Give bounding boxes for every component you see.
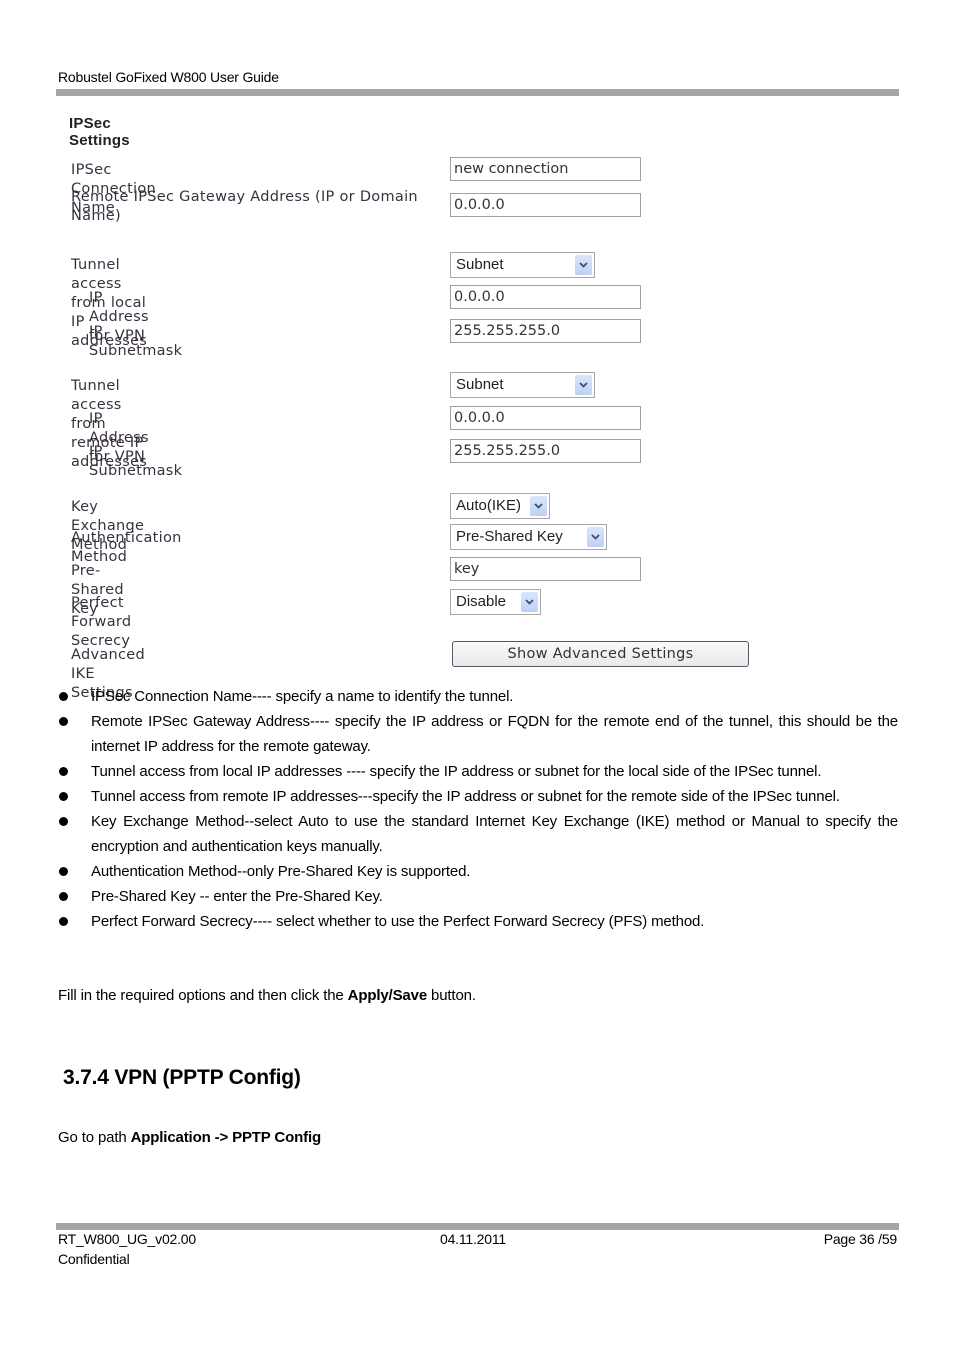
document-header-title: Robustel GoFixed W800 User Guide <box>58 69 279 85</box>
chevron-down-icon[interactable] <box>530 496 547 516</box>
path-emphasis: Application -> PPTP Config <box>130 1129 322 1146</box>
pfs-select[interactable]: Disable <box>450 589 541 615</box>
bullet-icon <box>59 917 68 926</box>
header-divider <box>56 89 899 96</box>
auth-method-selected: Pre-Shared Key <box>456 528 563 545</box>
local-access-select[interactable]: Subnet <box>450 252 595 278</box>
section-heading: 3.7.4 VPN (PPTP Config) <box>63 1066 301 1089</box>
footer-date: 04.11.2011 <box>440 1231 506 1247</box>
remote-ip-input[interactable]: 0.0.0.0 <box>450 406 641 430</box>
footer-doc-id: RT_W800_UG_v02.00 <box>58 1231 196 1247</box>
path-paragraph: Go to path Application -> PPTP Config <box>58 1129 321 1146</box>
remote-access-select[interactable]: Subnet <box>450 372 595 398</box>
bullet-icon <box>59 792 68 801</box>
footer-page-number: Page 36 /59 <box>823 1231 898 1247</box>
remote-access-selected: Subnet <box>456 376 504 393</box>
list-item: Tunnel access from local IP addresses --… <box>58 759 898 784</box>
remote-gateway-input[interactable]: 0.0.0.0 <box>450 193 641 217</box>
list-item: Authentication Method--only Pre-Shared K… <box>58 859 898 884</box>
bullet-icon <box>59 892 68 901</box>
list-item: Tunnel access from remote IP addresses--… <box>58 784 898 809</box>
pfs-label: Perfect Forward Secrecy <box>71 595 132 649</box>
instruction-paragraph: Fill in the required options and then cl… <box>58 987 476 1004</box>
list-item: Perfect Forward Secrecy---- select wheth… <box>58 909 898 934</box>
key-exchange-select[interactable]: Auto(IKE) <box>450 493 550 519</box>
list-item: Key Exchange Method--select Auto to use … <box>58 809 898 859</box>
local-mask-label: IP Subnetmask <box>89 324 183 359</box>
list-item: Pre-Shared Key -- enter the Pre-Shared K… <box>58 884 898 909</box>
chevron-down-icon[interactable] <box>575 375 592 395</box>
local-ip-input[interactable]: 0.0.0.0 <box>450 285 641 309</box>
apply-save-emphasis: Apply/Save <box>347 987 428 1004</box>
psk-input[interactable]: key <box>450 557 641 581</box>
show-advanced-settings-button[interactable]: Show Advanced Settings <box>452 641 749 667</box>
footer-classification: Confidential <box>58 1251 130 1267</box>
chevron-down-icon[interactable] <box>521 592 538 612</box>
chevron-down-icon[interactable] <box>575 255 592 275</box>
chevron-down-icon[interactable] <box>587 527 604 547</box>
bullet-icon <box>59 767 68 776</box>
footer-divider <box>56 1223 899 1230</box>
bullet-icon <box>59 717 68 726</box>
bullet-icon <box>59 867 68 876</box>
pfs-selected: Disable <box>456 593 507 610</box>
connection-name-input[interactable]: new connection <box>450 157 641 181</box>
remote-gateway-label: Remote IPSec Gateway Address (IP or Doma… <box>71 189 418 224</box>
local-mask-input[interactable]: 255.255.255.0 <box>450 319 641 343</box>
remote-mask-label: IP Subnetmask <box>89 444 183 479</box>
remote-mask-input[interactable]: 255.255.255.0 <box>450 439 641 463</box>
field-description-list: IPSec Connection Name---- specify a name… <box>58 684 898 934</box>
bullet-icon <box>59 817 68 826</box>
list-item: Remote IPSec Gateway Address---- specify… <box>58 709 898 759</box>
list-item: IPSec Connection Name---- specify a name… <box>58 684 898 709</box>
local-access-selected: Subnet <box>456 256 504 273</box>
bullet-icon <box>59 692 68 701</box>
key-exchange-selected: Auto(IKE) <box>456 497 522 514</box>
auth-method-select[interactable]: Pre-Shared Key <box>450 524 607 550</box>
form-title: IPSec Settings <box>69 115 130 149</box>
